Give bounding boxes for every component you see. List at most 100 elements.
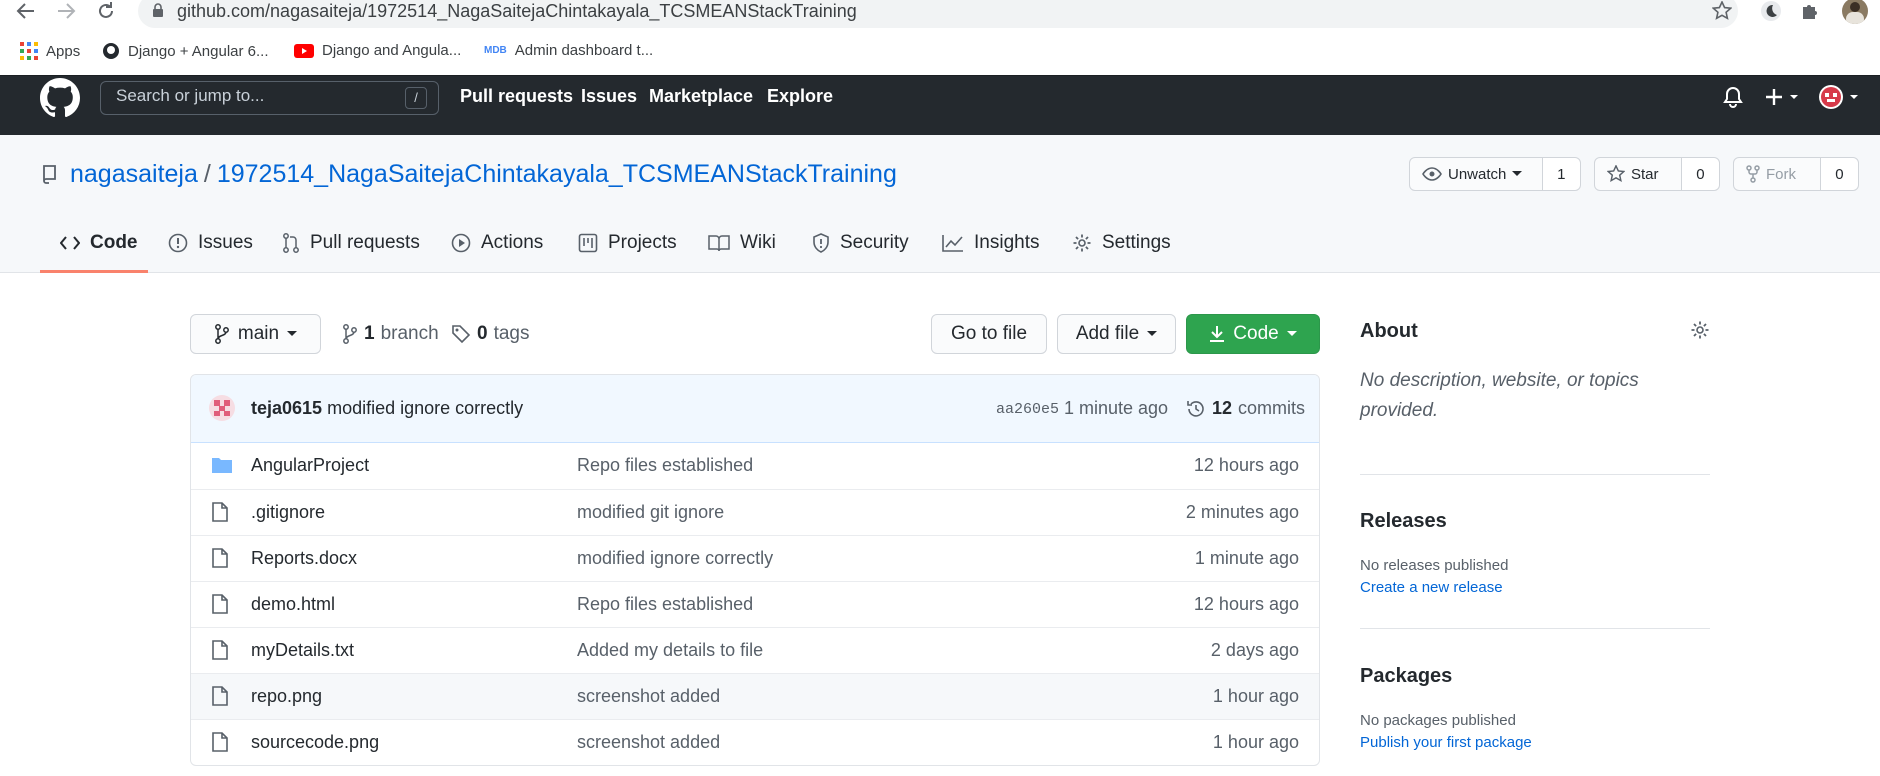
commits-link[interactable]: 12 commits: [1186, 398, 1305, 419]
nav-marketplace[interactable]: Marketplace: [649, 86, 753, 107]
file-name[interactable]: .gitignore: [251, 502, 325, 523]
file-row[interactable]: myDetails.txt Added my details to file 2…: [191, 627, 1319, 673]
lock-icon[interactable]: [152, 3, 164, 18]
packages-heading[interactable]: Packages: [1360, 665, 1452, 688]
sidebar-divider: [1360, 628, 1710, 629]
file-icon: [211, 732, 229, 752]
gear-icon: [1072, 233, 1092, 253]
github-logo-icon[interactable]: [40, 78, 80, 118]
file-row[interactable]: .gitignore modified git ignore 2 minutes…: [191, 489, 1319, 535]
bookmark-star-icon[interactable]: [1712, 1, 1732, 21]
file-row[interactable]: sourcecode.png screenshot added 1 hour a…: [191, 719, 1319, 765]
file-row[interactable]: demo.html Repo files established 12 hour…: [191, 581, 1319, 627]
file-commit-message[interactable]: modified ignore correctly: [577, 548, 773, 569]
file-name[interactable]: sourcecode.png: [251, 732, 379, 753]
file-commit-message[interactable]: screenshot added: [577, 686, 720, 707]
file-commit-message[interactable]: Repo files established: [577, 455, 753, 476]
unwatch-button[interactable]: Unwatch: [1410, 158, 1543, 190]
user-avatar-menu-icon[interactable]: [1818, 84, 1862, 110]
file-age: 1 minute ago: [1194, 548, 1299, 568]
fork-count[interactable]: 0: [1820, 158, 1858, 190]
about-heading: About: [1360, 320, 1418, 342]
star-button[interactable]: Star: [1595, 158, 1682, 190]
tab-actions[interactable]: Actions: [451, 232, 543, 254]
file-name[interactable]: demo.html: [251, 594, 335, 615]
back-arrow-icon[interactable]: [16, 2, 36, 20]
repo-name-link[interactable]: 1972514_NagaSaitejaChintakayala_TCSMEANS…: [217, 160, 897, 188]
repo-owner-link[interactable]: nagasaiteja: [70, 160, 198, 188]
tags-link[interactable]: 0 tags: [451, 323, 530, 345]
create-new-icon[interactable]: [1764, 86, 1804, 108]
bookmark-label: Django and Angula...: [322, 42, 462, 59]
file-name[interactable]: myDetails.txt: [251, 640, 354, 661]
tab-pull-requests[interactable]: Pull requests: [282, 232, 420, 254]
file-age: 12 hours ago: [1193, 455, 1299, 475]
watch-count[interactable]: 1: [1542, 158, 1580, 190]
commit-count-label: commits: [1238, 398, 1306, 418]
file-name[interactable]: AngularProject: [251, 455, 369, 476]
file-row[interactable]: AngularProject Repo files established 12…: [191, 443, 1319, 489]
file-age: 12 hours ago: [1193, 594, 1299, 614]
file-commit-message[interactable]: Added my details to file: [577, 640, 763, 661]
file-commit-message[interactable]: screenshot added: [577, 732, 720, 753]
code-download-button[interactable]: Code: [1186, 314, 1320, 354]
create-release-link[interactable]: Create a new release: [1360, 579, 1503, 596]
tab-label: Insights: [974, 232, 1040, 253]
file-icon: [211, 594, 229, 614]
bell-icon[interactable]: [1723, 86, 1743, 108]
nav-explore[interactable]: Explore: [767, 86, 833, 107]
tab-projects[interactable]: Projects: [578, 232, 677, 254]
fork-button[interactable]: Fork: [1734, 158, 1821, 190]
branch-select-button[interactable]: main: [190, 314, 321, 354]
nav-pull-requests[interactable]: Pull requests: [460, 86, 573, 107]
add-file-button[interactable]: Add file: [1057, 314, 1176, 354]
commit-author[interactable]: teja0615: [251, 398, 322, 418]
tab-label: Security: [840, 232, 909, 253]
forward-arrow-icon[interactable]: [56, 2, 76, 20]
tab-security[interactable]: Security: [812, 232, 909, 254]
file-commit-message[interactable]: Repo files established: [577, 594, 753, 615]
file-row[interactable]: repo.png screenshot added 1 hour ago: [191, 673, 1319, 719]
packages-empty-text: No packages published: [1360, 712, 1516, 729]
code-label: Code: [1233, 323, 1279, 344]
tab-issues[interactable]: Issues: [168, 232, 253, 254]
caret-down-icon: [1286, 331, 1297, 337]
bookmark-apps[interactable]: Apps: [20, 42, 80, 60]
star-button-group: Star 0: [1594, 157, 1720, 191]
reload-icon[interactable]: [96, 1, 116, 21]
bookmark-django-angular[interactable]: Django + Angular 6...: [102, 42, 269, 60]
fork-icon: [1746, 165, 1760, 183]
bookmark-admin-dashboard[interactable]: MDB Admin dashboard t...: [484, 42, 653, 59]
bookmarks-bar: [0, 36, 1880, 76]
branches-link[interactable]: 1 branch: [342, 323, 439, 345]
file-name[interactable]: Reports.docx: [251, 548, 357, 569]
publish-package-link[interactable]: Publish your first package: [1360, 734, 1532, 751]
nav-issues[interactable]: Issues: [581, 86, 637, 107]
tab-code[interactable]: Code: [60, 232, 138, 254]
caret-down-icon: [1147, 331, 1158, 337]
go-to-file-button[interactable]: Go to file: [931, 314, 1047, 354]
file-icon: [211, 502, 229, 522]
about-settings-gear-icon[interactable]: [1690, 320, 1710, 340]
file-name[interactable]: repo.png: [251, 686, 322, 707]
tab-label: Issues: [198, 232, 253, 253]
file-icon: [211, 548, 229, 568]
star-count[interactable]: 0: [1681, 158, 1719, 190]
dark-mode-extension-icon[interactable]: [1760, 0, 1782, 22]
file-commit-message[interactable]: modified git ignore: [577, 502, 724, 523]
bookmark-django-youtube[interactable]: Django and Angula...: [294, 42, 461, 59]
star-icon: [1607, 165, 1625, 183]
url-text[interactable]: github.com/nagasaiteja/1972514_NagaSaite…: [177, 1, 857, 22]
tab-wiki[interactable]: Wiki: [708, 232, 776, 254]
search-placeholder: Search or jump to...: [116, 86, 265, 105]
file-row[interactable]: Reports.docx modified ignore correctly 1…: [191, 535, 1319, 581]
eye-icon: [1422, 167, 1442, 181]
tab-insights[interactable]: Insights: [942, 232, 1039, 254]
releases-heading[interactable]: Releases: [1360, 510, 1447, 533]
commit-sha[interactable]: aa260e5: [996, 401, 1059, 418]
latest-commit-bar: teja0615 modified ignore correctly aa260…: [191, 375, 1319, 443]
author-avatar[interactable]: [209, 395, 235, 421]
tab-settings[interactable]: Settings: [1072, 232, 1171, 254]
extensions-puzzle-icon[interactable]: [1800, 1, 1820, 21]
commit-message[interactable]: modified ignore correctly: [327, 398, 523, 418]
